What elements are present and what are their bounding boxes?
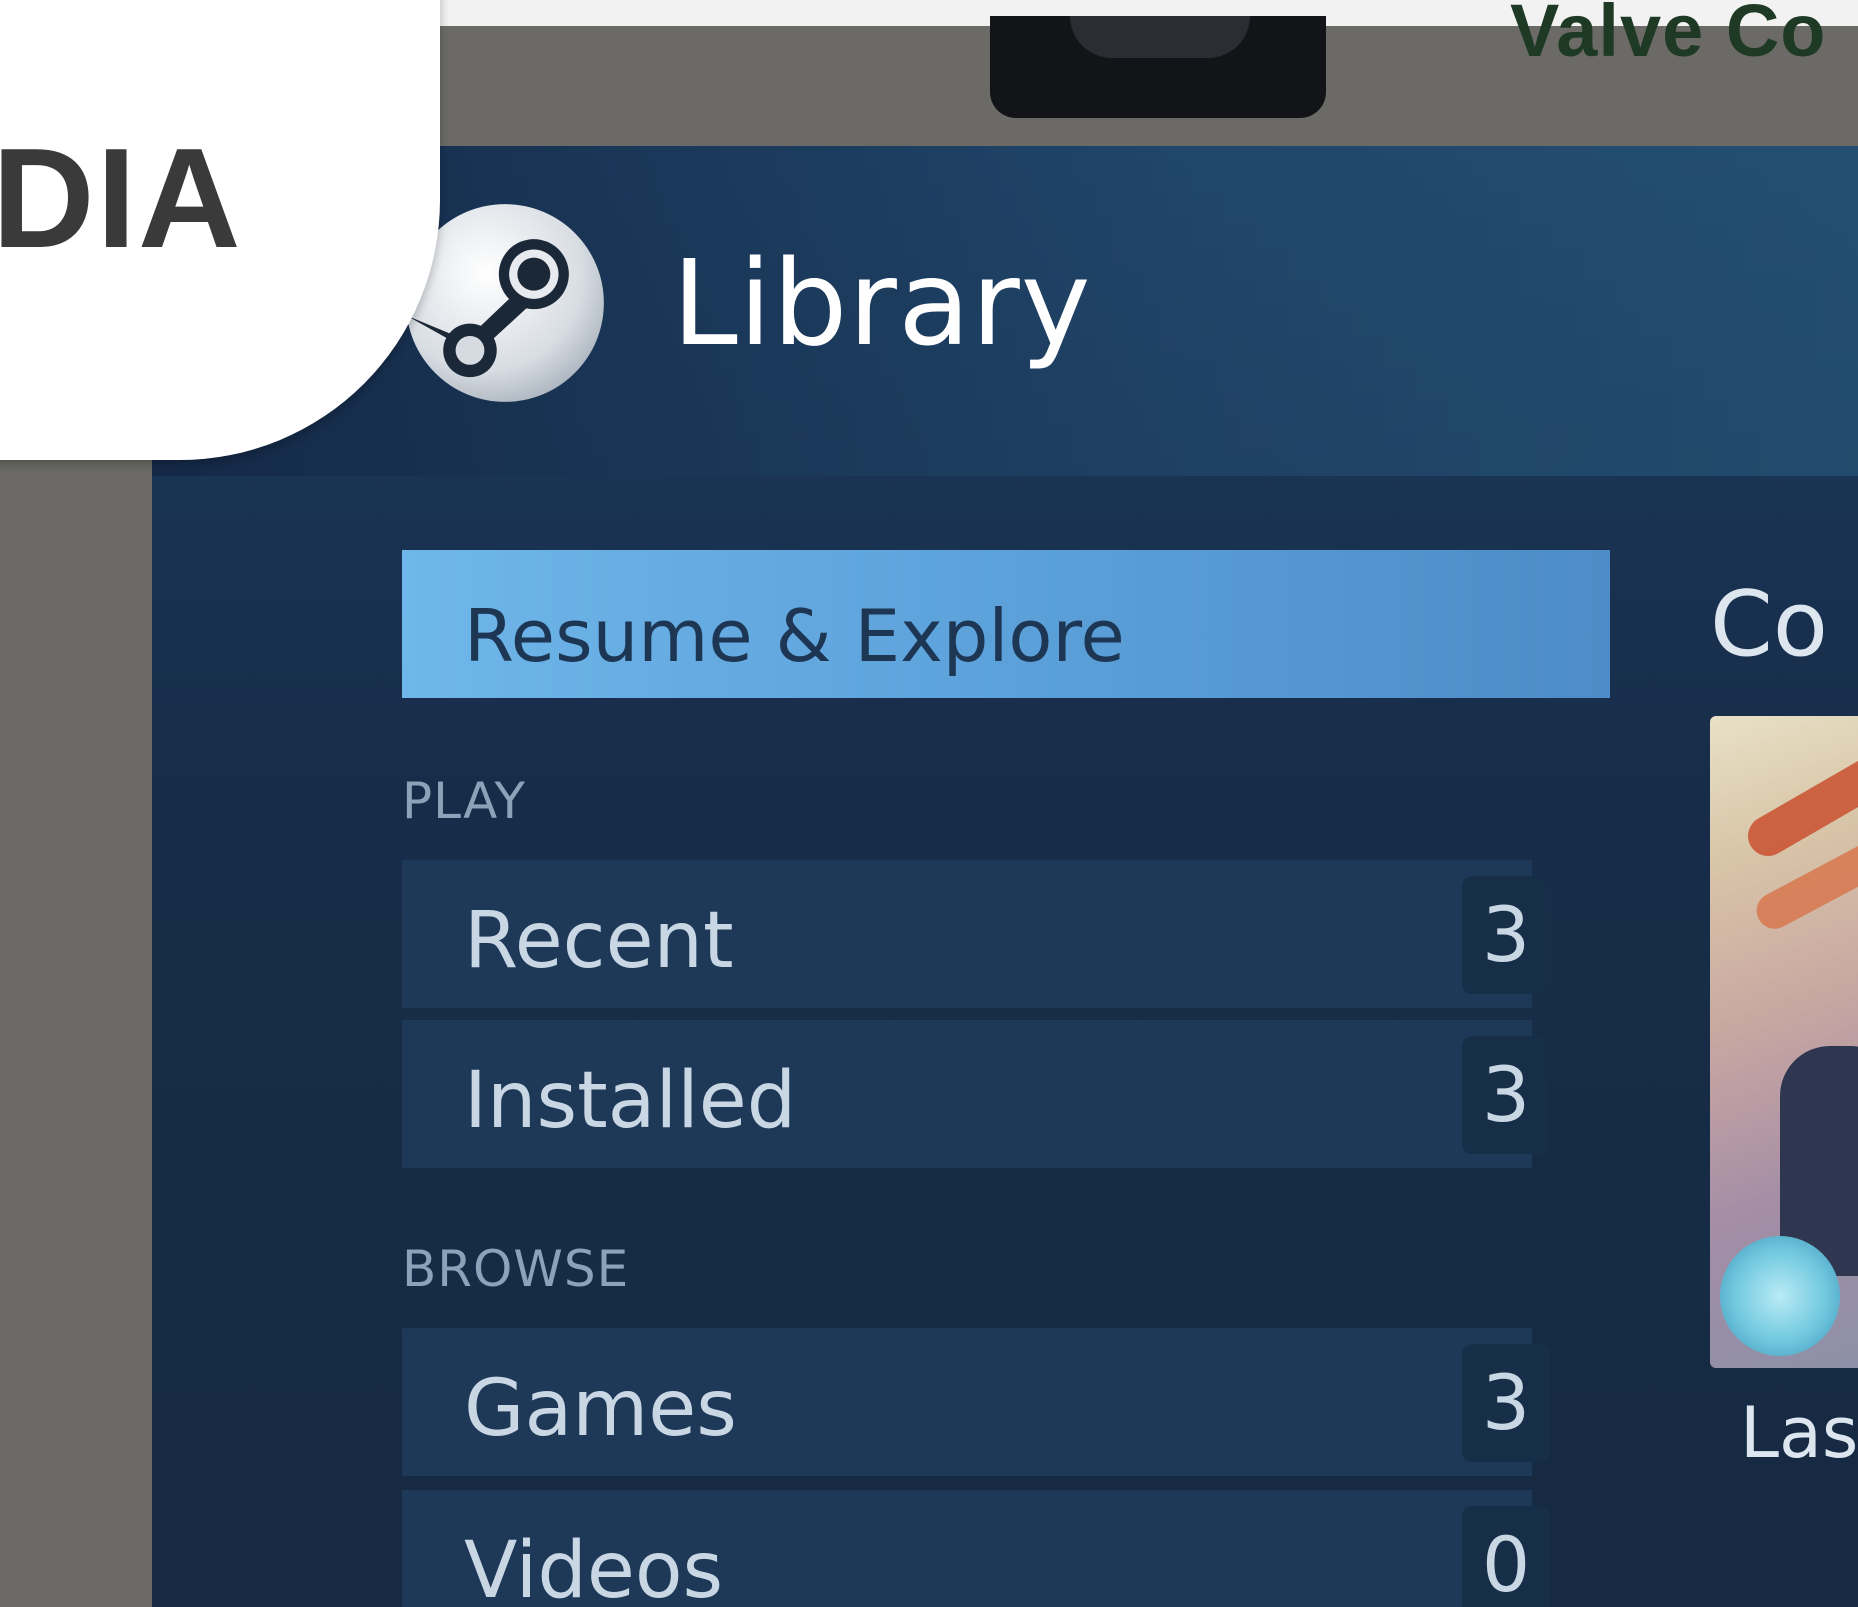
nav-item-label: Games — [464, 1364, 737, 1454]
count-badge-recent: 3 — [1462, 876, 1550, 994]
notification-text: Valve Co — [1510, 0, 1827, 72]
nav-item-label: Videos — [464, 1526, 724, 1607]
nav-item-recent[interactable]: Recent — [402, 860, 1532, 1008]
brand-logo-text: DIA — [0, 119, 243, 278]
nav-item-installed[interactable]: Installed — [402, 1020, 1532, 1168]
cover-art-orb — [1720, 1236, 1840, 1356]
game-cover[interactable] — [1710, 716, 1858, 1368]
nav-item-label: Recent — [464, 896, 734, 986]
nav-item-games[interactable]: Games — [402, 1328, 1532, 1476]
nav-item-videos[interactable]: Videos — [402, 1490, 1532, 1607]
count-badge-games: 3 — [1462, 1344, 1550, 1462]
section-header-play: PLAY — [402, 772, 527, 830]
nav-resume-explore[interactable]: Resume & Explore — [402, 550, 1610, 698]
game-title: Las — [1740, 1392, 1858, 1474]
nav-item-label: Installed — [464, 1056, 797, 1146]
count-badge-videos: 0 — [1462, 1506, 1550, 1607]
page-title: Library — [672, 234, 1092, 372]
content-heading: Co — [1710, 572, 1828, 677]
count-badge-installed: 3 — [1462, 1036, 1550, 1154]
camera-notch — [990, 16, 1326, 118]
photo-frame: Valve Co Library Resume & Explore PLAY R… — [0, 0, 1858, 1607]
nav-resume-explore-label: Resume & Explore — [464, 594, 1125, 678]
cover-art-detail — [1740, 748, 1858, 864]
section-header-browse: BROWSE — [402, 1240, 630, 1298]
